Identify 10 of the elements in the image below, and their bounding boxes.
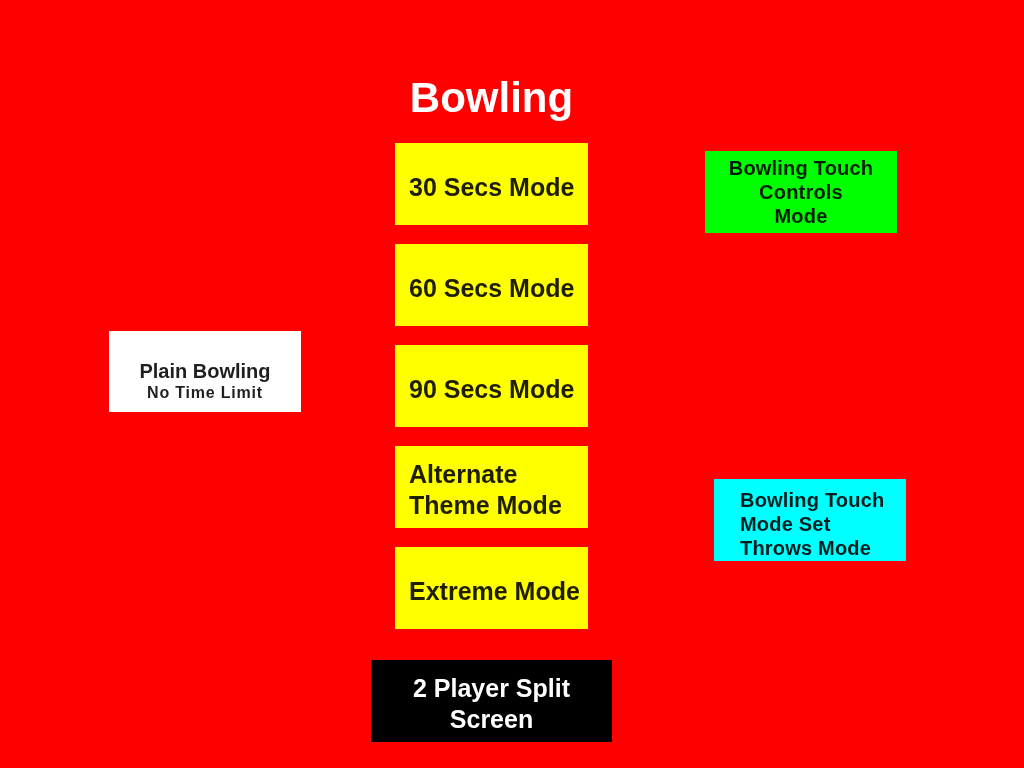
menu-button[interactable]: Plain Bowling No Time Limit: [109, 331, 301, 412]
menu-button[interactable]: 60 Secs Mode: [395, 244, 588, 326]
menu-button[interactable]: 2 Player Split Screen: [371, 660, 612, 742]
menu-button[interactable]: 30 Secs Mode: [395, 143, 588, 225]
menu-button[interactable]: 90 Secs Mode: [395, 345, 588, 427]
menu-button[interactable]: Bowling Touch Controls Mode: [705, 151, 897, 233]
menu-button[interactable]: Bowling Touch Mode Set Throws Mode: [714, 479, 906, 561]
menu-button[interactable]: Alternate Theme Mode: [395, 446, 588, 528]
game-title: Bowling: [409, 75, 574, 121]
menu-button[interactable]: Extreme Mode: [395, 547, 588, 629]
